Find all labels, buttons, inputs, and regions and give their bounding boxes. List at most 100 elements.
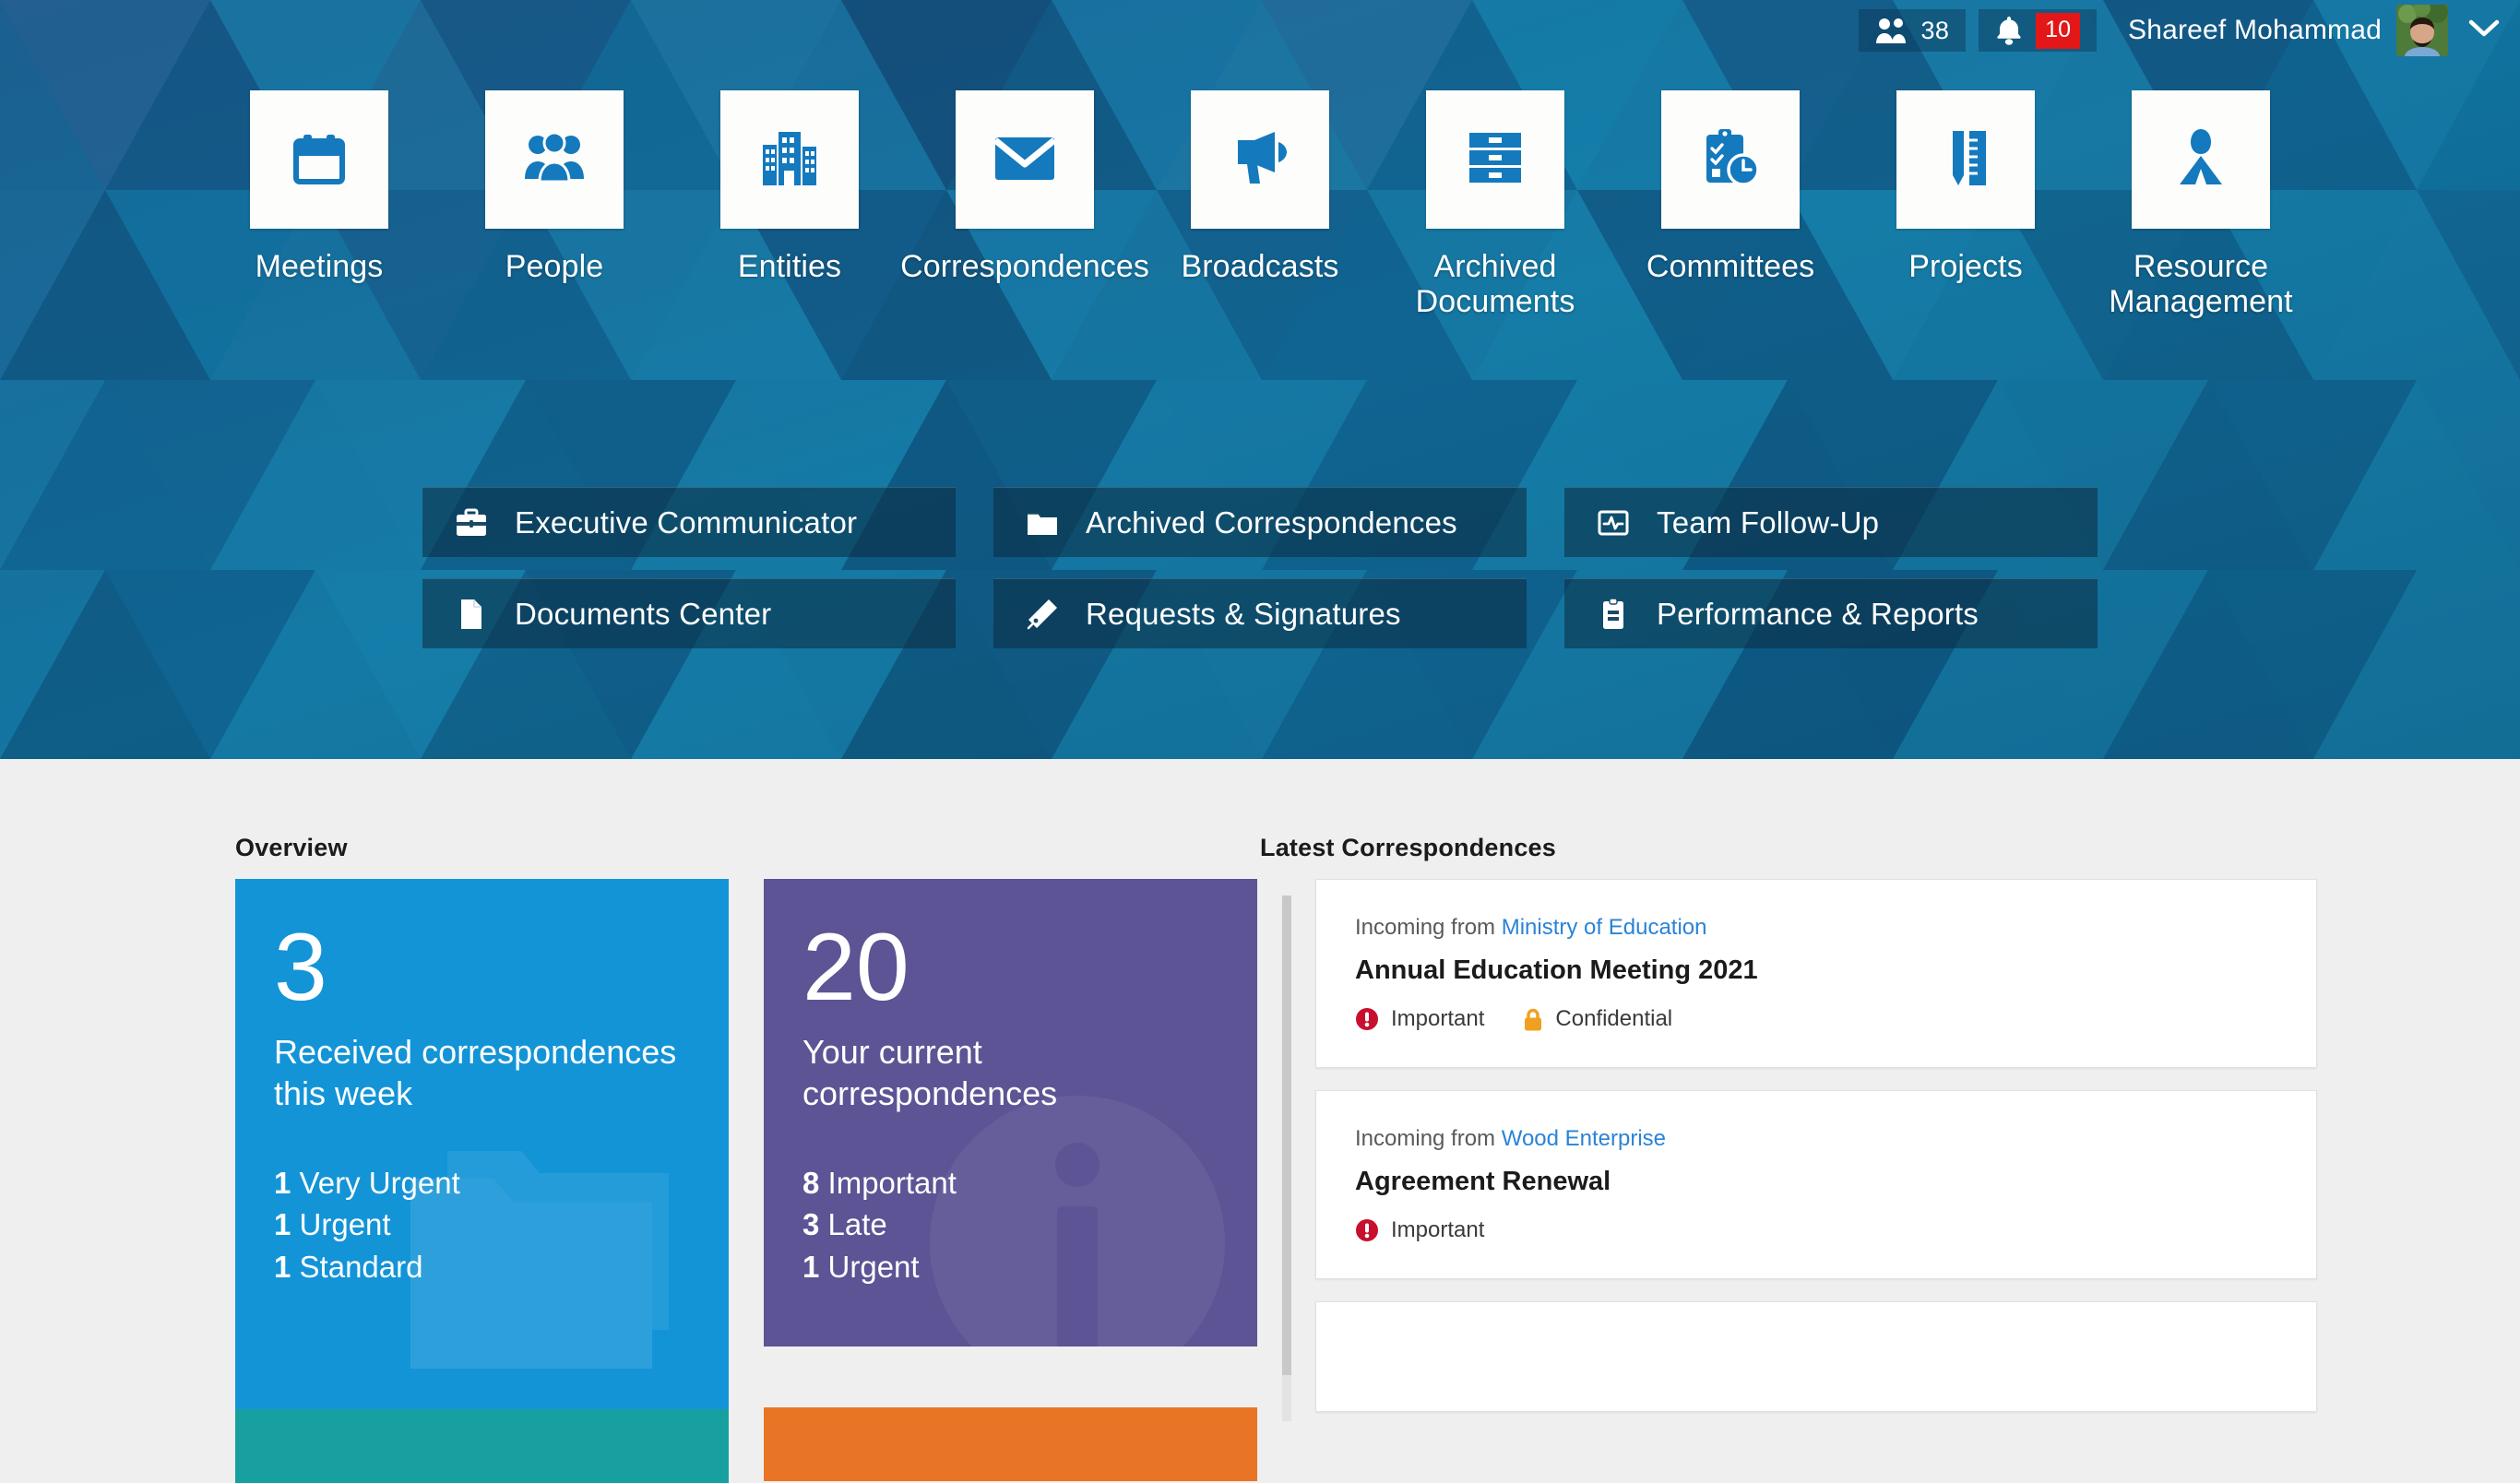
status-badge-confidential: Confidential [1523,1006,1672,1032]
section-title: Latest Correspondences [1260,834,1556,861]
quick-action-buttons: Executive Communicator Archived Correspo… [0,487,2520,648]
tile-archived-documents[interactable]: Archived Documents [1378,90,1613,319]
buildings-icon [759,128,820,192]
stat-row: 8 Important [802,1162,1218,1204]
stat-count: 1 [274,1249,291,1284]
clipboard-report-icon [1596,597,1631,632]
people-counter-button[interactable]: 38 [1858,9,1967,52]
stat-label: Late [827,1207,887,1242]
tile-entities[interactable]: Entities [672,90,908,284]
tile-icon-box [2132,90,2270,229]
tile-icon-box [485,90,624,229]
stat-label: Very Urgent [299,1166,460,1201]
stat-row: 1 Urgent [802,1246,1218,1287]
scrollbar-thumb[interactable] [1282,896,1291,1375]
tile-people[interactable]: People [437,90,672,284]
tile-label: Committees [1646,249,1815,284]
action-label: Team Follow-Up [1657,504,1880,540]
action-label: Executive Communicator [515,504,858,540]
calendar-icon [289,127,350,193]
overview-card-received[interactable]: 3 Received correspondences this week 1 V… [235,879,729,1417]
tile-resource-management[interactable]: Resource Management [2084,90,2319,319]
people-icon [1875,17,1908,44]
correspondence-tags: Important [1355,1217,2277,1243]
tile-label: Entities [737,249,842,284]
status-badge-important: Important [1355,1217,1484,1243]
status-badge-important: Important [1355,1006,1484,1032]
tag-label: Important [1391,1217,1485,1242]
notification-badge: 10 [2036,12,2080,49]
stat-count: 1 [274,1166,291,1201]
card-stats: 1 Very Urgent 1 Urgent 1 Standard [274,1162,690,1287]
user-name: Shareef Mohammad [2127,15,2382,45]
correspondence-list: Incoming from Ministry of Education Annu… [1315,879,2317,1432]
card-stats: 8 Important 3 Late 1 Urgent [802,1162,1218,1287]
main-content: Overview 3 Received correspondences this… [0,759,2520,1483]
tile-meetings[interactable]: Meetings [202,90,437,284]
organization-link[interactable]: Wood Enterprise [1502,1126,1666,1151]
notifications-button[interactable]: 10 [1979,9,2097,52]
organization-link[interactable]: Ministry of Education [1502,915,1707,940]
overview-card-orange[interactable] [764,1407,1257,1481]
action-row-2: Documents Center Requests & Signatures P… [422,578,2098,648]
envelope-icon [993,132,1057,188]
latest-correspondences-heading: Latest Correspondences [1260,834,1556,862]
action-team-follow-up[interactable]: Team Follow-Up [1564,487,2098,557]
list-item[interactable]: Incoming from Wood Enterprise Agreement … [1315,1090,2317,1279]
action-documents-center[interactable]: Documents Center [422,578,956,648]
module-tiles: Meetings People Entities Correspondences… [0,90,2520,319]
avatar[interactable] [2396,5,2448,56]
action-label: Performance & Reports [1657,596,1979,631]
scrollbar[interactable] [1282,896,1291,1421]
stat-row: 1 Urgent [274,1204,690,1245]
list-item[interactable]: Incoming from Ministry of Education Annu… [1315,879,2317,1068]
tile-icon-box [720,90,859,229]
tile-icon-box [1426,90,1564,229]
file-cabinet-icon [1465,129,1526,191]
fountain-pen-icon [1025,597,1060,632]
document-icon [454,597,489,632]
card-description: Your current correspondences [802,1033,1058,1112]
list-item[interactable] [1315,1301,2317,1412]
stat-label: Urgent [827,1249,920,1284]
action-label: Archived Correspondences [1086,504,1457,540]
briefcase-icon [454,505,489,540]
latest-correspondences-panel: Incoming from Ministry of Education Annu… [1260,879,2317,1432]
hero-banner: 38 10 Shareef Mohammad Meetings People E… [0,0,2520,759]
correspondence-source: Incoming from Wood Enterprise [1355,1126,2277,1152]
chevron-down-icon[interactable] [2468,18,2500,43]
overview-card-teal[interactable] [235,1409,729,1483]
tile-projects[interactable]: Projects [1848,90,2084,284]
stat-row: 1 Very Urgent [274,1162,690,1204]
tile-committees[interactable]: Committees [1613,90,1848,284]
tile-icon-box [1661,90,1800,229]
people-group-icon [524,131,585,189]
stat-row: 3 Late [802,1204,1218,1245]
overview-card-current[interactable]: 20 Your current correspondences 8 Import… [764,879,1257,1347]
bell-icon [1995,16,2023,45]
correspondence-source: Incoming from Ministry of Education [1355,915,2277,941]
tile-icon-box [1896,90,2035,229]
folder-icon [1025,505,1060,540]
tile-broadcasts[interactable]: Broadcasts [1143,90,1378,284]
exclamation-circle-icon [1355,1218,1379,1242]
stat-row: 1 Standard [274,1246,690,1287]
action-archived-correspondences[interactable]: Archived Correspondences [993,487,1527,557]
tile-label: Archived Documents [1415,249,1575,320]
exclamation-circle-icon [1355,1007,1379,1031]
action-executive-communicator[interactable]: Executive Communicator [422,487,956,557]
tile-correspondences[interactable]: Correspondences [900,90,1149,284]
tile-label: Correspondences [900,249,1149,284]
action-label: Requests & Signatures [1086,596,1401,631]
action-performance-reports[interactable]: Performance & Reports [1564,578,2098,648]
tag-label: Important [1391,1006,1485,1031]
action-requests-signatures[interactable]: Requests & Signatures [993,578,1527,648]
card-number: 20 [802,914,909,1021]
action-label: Documents Center [515,596,772,631]
tile-label: Resource Management [2109,249,2293,320]
person-resource-icon [2174,127,2228,193]
tile-icon-box [956,90,1094,229]
stat-label: Important [827,1166,957,1201]
pencil-ruler-icon [1941,127,1991,193]
overview-heading: Overview [235,834,348,862]
